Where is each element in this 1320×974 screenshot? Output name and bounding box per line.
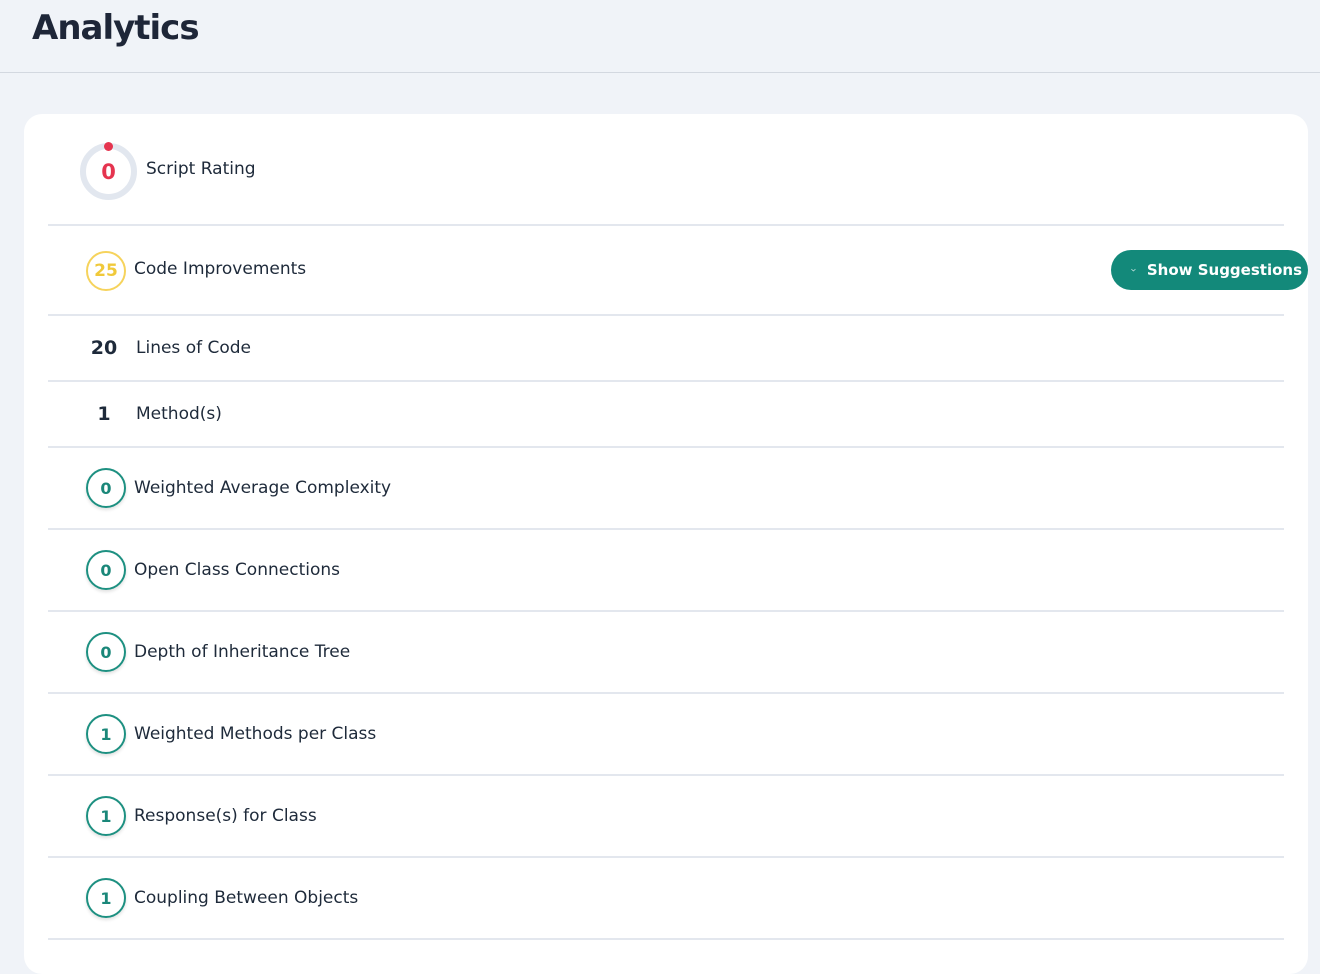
- metric-row: 0 Weighted Average Complexity: [48, 448, 1284, 530]
- code-improvements-label: Code Improvements: [134, 259, 307, 279]
- metric-row: 1 Response(s) for Class: [48, 776, 1284, 858]
- metric-row: 1 Weighted Methods per Class: [48, 694, 1284, 776]
- metric-value-badge: 1: [86, 714, 126, 754]
- metric-value-badge: 0: [86, 550, 126, 590]
- metric-value-badge: 1: [86, 878, 126, 918]
- analytics-card: 0 Script Rating 25 Code Improvements Sho…: [24, 114, 1308, 974]
- metric-value-badge: 0: [86, 468, 126, 508]
- lines-of-code-label: Lines of Code: [136, 338, 251, 358]
- show-suggestions-button[interactable]: Show Suggestions: [1111, 250, 1308, 290]
- page-title: Analytics: [32, 8, 200, 48]
- methods-row: 1 Method(s): [48, 382, 1284, 448]
- metric-label: Open Class Connections: [134, 560, 340, 580]
- metric-label: Weighted Average Complexity: [134, 478, 392, 498]
- lines-of-code-row: 20 Lines of Code: [48, 316, 1284, 382]
- methods-label: Method(s): [136, 404, 222, 424]
- metric-value-badge: 1: [86, 796, 126, 836]
- metric-value-badge: 0: [86, 632, 126, 672]
- code-improvements-badge: 25: [86, 251, 126, 291]
- metric-label: Response(s) for Class: [134, 806, 317, 826]
- metric-label: Weighted Methods per Class: [134, 724, 377, 744]
- metric-row: 0 Depth of Inheritance Tree: [48, 612, 1284, 694]
- page-header: Analytics: [0, 0, 1320, 73]
- metric-label: Depth of Inheritance Tree: [134, 642, 351, 662]
- metric-label: Coupling Between Objects: [134, 888, 359, 908]
- methods-value: 1: [97, 403, 111, 425]
- code-improvements-row: 25 Code Improvements Show Suggestions: [48, 114, 1308, 316]
- chevron-down-icon: [1131, 268, 1136, 272]
- metric-row: 0 Open Class Connections: [48, 530, 1284, 612]
- metric-row: 1 Coupling Between Objects: [48, 858, 1284, 940]
- show-suggestions-label: Show Suggestions: [1146, 261, 1302, 279]
- lines-of-code-value: 20: [90, 337, 118, 359]
